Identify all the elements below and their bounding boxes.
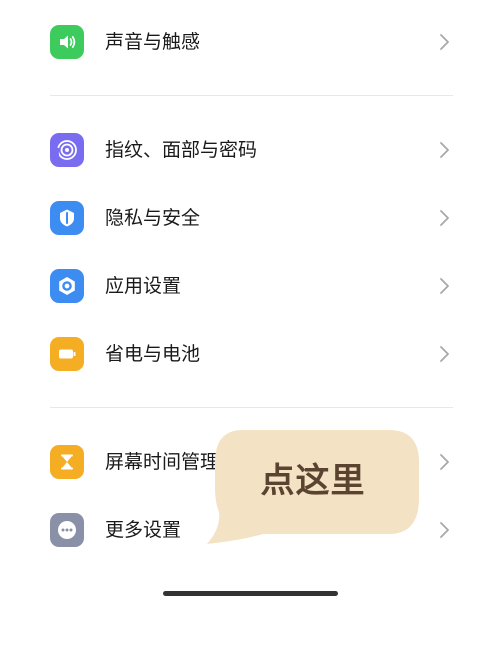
settings-item-privacy[interactable]: 隐私与安全 [0,186,500,250]
chevron-right-icon [440,522,449,538]
more-icon [50,513,84,547]
fingerprint-icon [50,133,84,167]
app-settings-icon [50,269,84,303]
shield-icon [50,201,84,235]
settings-item-label: 省电与电池 [105,343,201,365]
settings-item-fingerprint[interactable]: 指纹、面部与密码 [0,118,500,182]
settings-item-label: 指纹、面部与密码 [105,139,258,161]
hourglass-icon [50,445,84,479]
chevron-right-icon [440,210,449,226]
settings-item-label: 应用设置 [105,275,182,297]
settings-item-label: 隐私与安全 [105,207,201,229]
divider [50,407,453,408]
settings-item-label: 声音与触感 [105,31,201,53]
chevron-right-icon [440,454,449,470]
settings-item-label: 更多设置 [105,519,182,541]
speaker-icon [50,25,84,59]
home-indicator[interactable] [163,591,338,596]
settings-list: 声音与触感 指纹、面部与密码 隐私与安全 应用设置 省电与电池 屏幕时间管理 更… [0,0,500,667]
chevron-right-icon [440,278,449,294]
chevron-right-icon [440,142,449,158]
divider [50,95,453,96]
callout-text: 点这里 [260,461,366,501]
chevron-right-icon [440,34,449,50]
chevron-right-icon [440,346,449,362]
settings-item-sound[interactable]: 声音与触感 [0,10,500,74]
settings-item-battery[interactable]: 省电与电池 [0,322,500,386]
settings-item-app-settings[interactable]: 应用设置 [0,254,500,318]
settings-item-label: 屏幕时间管理 [105,451,220,473]
callout-bubble: 点这里 [203,428,423,550]
battery-icon [50,337,84,371]
